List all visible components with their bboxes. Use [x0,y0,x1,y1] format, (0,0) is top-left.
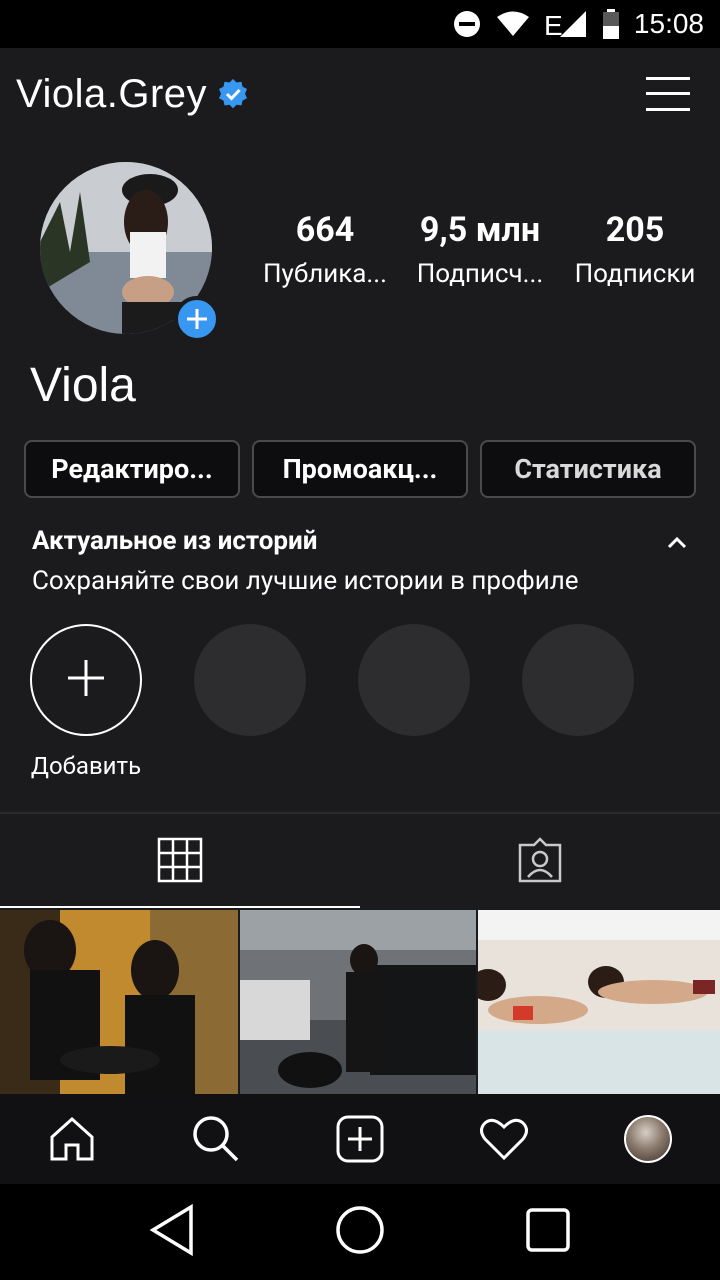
tab-active-indicator [0,906,360,908]
verified-badge-icon [217,78,249,110]
post-thumbnail[interactable] [478,910,720,1094]
highlights-row: Добавить [30,624,690,784]
username: Viola.Grey [16,71,208,116]
back-icon[interactable] [149,1203,195,1260]
system-navigation [0,1184,720,1280]
bottom-navigation [0,1094,720,1184]
plus-icon [66,658,106,702]
battery-icon [602,9,620,39]
post-grid [0,910,720,1094]
stat-posts[interactable]: 664 Публика... [250,206,400,294]
stat-following-label: Подписки [574,259,696,289]
profile-stats: 664 Публика... 9,5 млн Подписч... 205 По… [250,206,710,294]
add-story-badge-icon[interactable] [174,296,220,342]
profile-tab[interactable] [612,1103,684,1175]
profile-header: Viola.Grey [0,48,720,140]
status-bar: E 15:08 [0,0,720,48]
highlight-placeholder [358,624,470,736]
highlights-title: Актуальное из историй [32,526,318,556]
stat-following-value: 205 [605,210,665,250]
svg-text:E: E [544,10,563,39]
stat-followers[interactable]: 9,5 млн Подписч... [405,206,555,294]
add-highlight-button[interactable] [30,624,142,736]
home-circle-icon[interactable] [334,1204,386,1260]
grid-icon [157,837,203,887]
hamburger-menu-icon[interactable] [646,76,690,112]
stat-followers-value: 9,5 млн [419,210,541,250]
stat-followers-label: Подписч... [416,259,544,289]
wifi-icon [496,10,530,38]
tab-tagged[interactable] [360,814,720,910]
dnd-icon [452,9,482,39]
chevron-up-icon[interactable] [666,532,688,554]
profile-tabs [0,814,720,910]
stat-following[interactable]: 205 Подписки [560,206,710,294]
promotions-button[interactable]: Промоакц... [252,440,468,498]
stat-posts-value: 664 [295,210,355,250]
insights-button[interactable]: Статистика [480,440,696,498]
heart-icon[interactable] [468,1103,540,1175]
highlight-placeholder [194,624,306,736]
add-highlight-label: Добавить [30,752,142,780]
profile-avatar-container[interactable] [40,162,220,342]
status-time: 15:08 [633,8,704,39]
profile-avatar [624,1115,672,1163]
post-thumbnail[interactable] [240,910,476,1094]
highlight-placeholder [522,624,634,736]
recents-square-icon[interactable] [525,1207,571,1257]
signal-e-icon: E [544,9,588,39]
add-post-icon[interactable] [324,1103,396,1175]
profile-display-name: Viola [30,359,136,412]
search-icon[interactable] [180,1103,252,1175]
home-icon[interactable] [36,1103,108,1175]
tab-grid[interactable] [0,814,360,910]
post-thumbnail[interactable] [0,910,238,1094]
edit-profile-button[interactable]: Редактиро... [24,440,240,498]
highlights-subtitle: Сохраняйте свои лучшие истории в профиле [32,566,579,596]
stat-posts-label: Публика... [262,259,388,289]
tagged-person-icon [516,837,564,887]
profile-actions: Редактиро... Промоакц... Статистика [24,440,696,498]
